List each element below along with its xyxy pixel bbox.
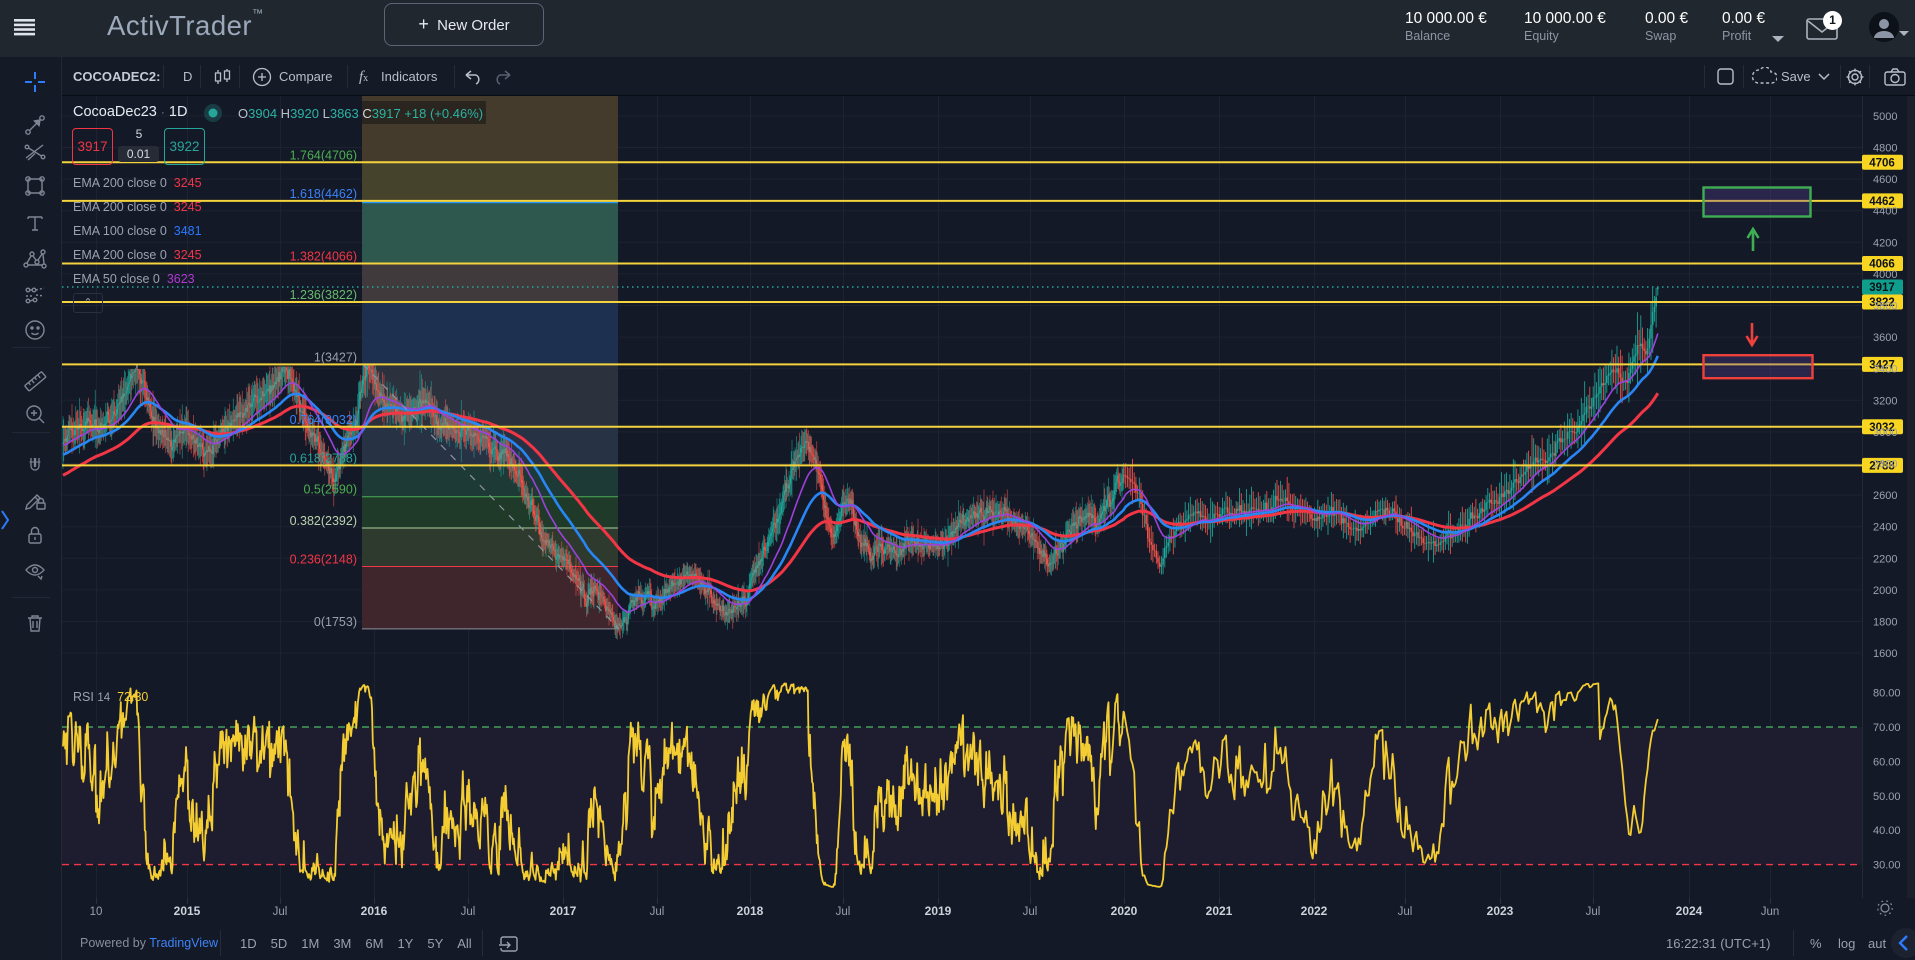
- svg-text:30.00: 30.00: [1873, 860, 1901, 872]
- svg-text:1.382(4066): 1.382(4066): [290, 250, 357, 264]
- svg-text:50.00: 50.00: [1873, 791, 1901, 803]
- svg-text:3917: 3917: [1869, 282, 1895, 294]
- svg-text:Jul: Jul: [836, 906, 851, 918]
- svg-text:0.764(3032): 0.764(3032): [290, 413, 357, 427]
- svg-text:10: 10: [90, 906, 103, 918]
- svg-text:3800: 3800: [1873, 301, 1897, 313]
- svg-text:4706: 4706: [1869, 157, 1895, 169]
- svg-text:0(1753): 0(1753): [314, 615, 357, 629]
- svg-text:Jul: Jul: [1586, 906, 1601, 918]
- svg-text:0.5(2590): 0.5(2590): [303, 483, 357, 497]
- svg-text:Jul: Jul: [650, 906, 665, 918]
- svg-text:2000: 2000: [1873, 585, 1897, 597]
- svg-text:3600: 3600: [1873, 332, 1897, 344]
- svg-text:2016: 2016: [361, 904, 388, 918]
- svg-text:4000: 4000: [1873, 269, 1897, 281]
- svg-text:2019: 2019: [925, 904, 952, 918]
- svg-text:Jun: Jun: [1761, 906, 1780, 918]
- svg-text:0.236(2148): 0.236(2148): [290, 553, 357, 567]
- svg-text:2021: 2021: [1206, 904, 1233, 918]
- svg-text:1.618(4462): 1.618(4462): [290, 187, 357, 201]
- svg-text:1.236(3822): 1.236(3822): [290, 288, 357, 302]
- svg-text:2024: 2024: [1676, 904, 1703, 918]
- svg-text:3400: 3400: [1873, 364, 1897, 376]
- svg-text:2018: 2018: [737, 904, 764, 918]
- svg-text:5000: 5000: [1873, 111, 1897, 123]
- svg-text:2020: 2020: [1111, 904, 1138, 918]
- svg-text:Jul: Jul: [461, 906, 476, 918]
- svg-text:2200: 2200: [1873, 553, 1897, 565]
- svg-text:3000: 3000: [1873, 427, 1897, 439]
- svg-text:1(3427): 1(3427): [314, 350, 357, 364]
- svg-text:2400: 2400: [1873, 522, 1897, 534]
- svg-text:0.382(2392): 0.382(2392): [290, 514, 357, 528]
- svg-text:70.00: 70.00: [1873, 722, 1901, 734]
- svg-text:3200: 3200: [1873, 395, 1897, 407]
- svg-text:4200: 4200: [1873, 237, 1897, 249]
- svg-text:2800: 2800: [1873, 459, 1897, 471]
- svg-text:Jul: Jul: [1023, 906, 1038, 918]
- svg-text:2017: 2017: [550, 904, 577, 918]
- svg-text:0.618(2788): 0.618(2788): [290, 451, 357, 465]
- svg-text:2600: 2600: [1873, 490, 1897, 502]
- svg-text:1800: 1800: [1873, 617, 1897, 629]
- svg-text:2015: 2015: [174, 904, 201, 918]
- svg-text:40.00: 40.00: [1873, 825, 1901, 837]
- svg-text:Jul: Jul: [273, 906, 288, 918]
- svg-text:2023: 2023: [1487, 904, 1514, 918]
- svg-text:2022: 2022: [1301, 904, 1328, 918]
- svg-text:60.00: 60.00: [1873, 756, 1901, 768]
- svg-text:4600: 4600: [1873, 174, 1897, 186]
- svg-text:Jul: Jul: [1398, 906, 1413, 918]
- svg-text:4800: 4800: [1873, 143, 1897, 155]
- svg-text:1.764(4706): 1.764(4706): [290, 148, 357, 162]
- svg-text:4400: 4400: [1873, 206, 1897, 218]
- svg-text:80.00: 80.00: [1873, 688, 1901, 700]
- svg-text:1600: 1600: [1873, 648, 1897, 660]
